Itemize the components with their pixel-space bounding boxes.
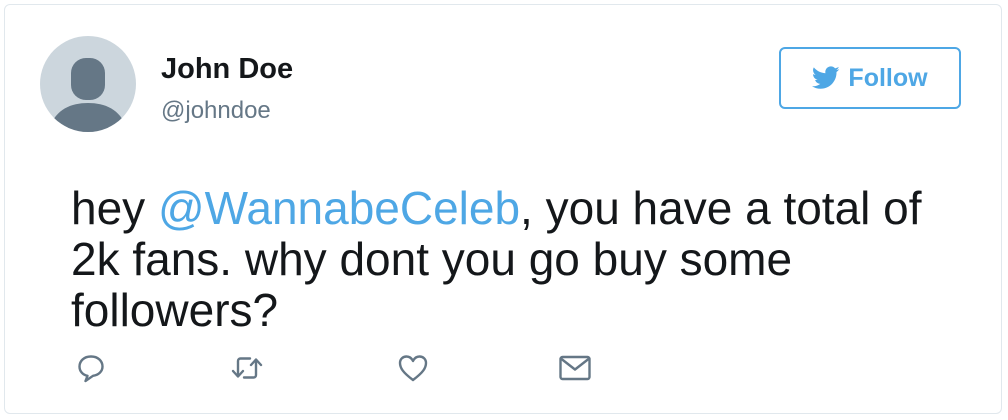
twitter-bird-icon [812,66,840,90]
retweet-icon[interactable] [227,348,267,388]
tweet-text: hey @WannabeCeleb, you have a total of 2… [71,183,961,336]
like-icon[interactable] [393,348,433,388]
tweet-actions [5,348,1001,388]
mention-link[interactable]: @WannabeCeleb [158,182,520,234]
message-icon[interactable] [555,348,595,388]
reply-icon[interactable] [71,348,111,388]
default-avatar-icon [48,58,128,132]
tweet-card: John Doe @johndoe Follow hey @WannabeCel… [4,4,1002,414]
avatar[interactable] [40,36,136,132]
tweet-text-start: hey [71,182,158,234]
follow-button[interactable]: Follow [779,47,961,109]
follow-label: Follow [848,64,928,92]
display-name[interactable]: John Doe [161,52,293,86]
user-handle[interactable]: @johndoe [161,96,271,126]
